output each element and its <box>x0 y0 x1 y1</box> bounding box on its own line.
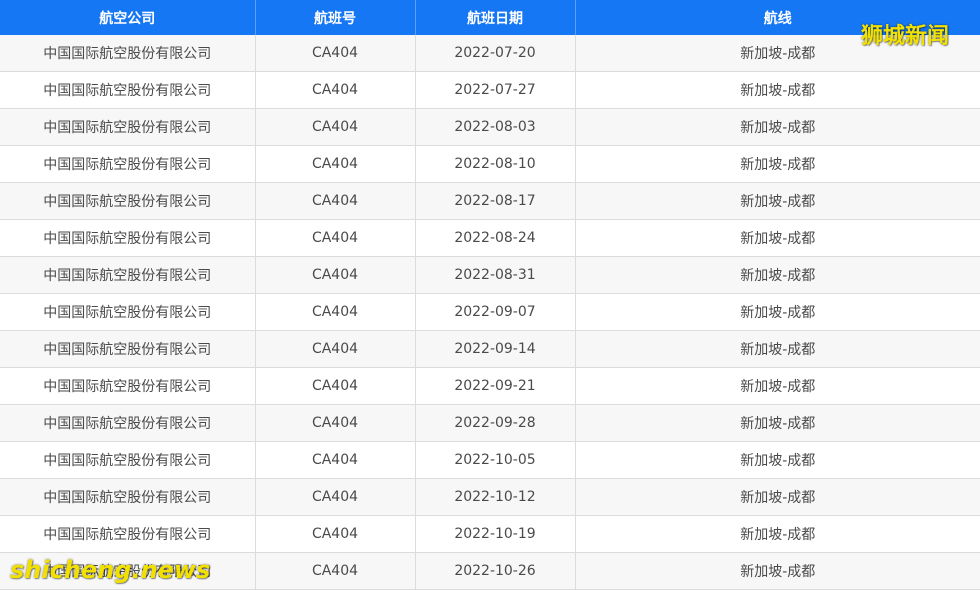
cell-airline: 中国国际航空股份有限公司 <box>0 478 256 516</box>
table-row: 中国国际航空股份有限公司 CA404 2022-08-10 新加坡-成都 <box>0 145 980 183</box>
cell-route: 新加坡-成都 <box>575 404 980 442</box>
watermark-bottom-left: shicheng.news <box>10 556 211 584</box>
cell-flight-number: CA404 <box>255 552 416 590</box>
cell-route: 新加坡-成都 <box>575 256 980 294</box>
cell-route: 新加坡-成都 <box>575 552 980 590</box>
cell-route: 新加坡-成都 <box>575 145 980 183</box>
cell-airline: 中国国际航空股份有限公司 <box>0 219 256 257</box>
cell-airline: 中国国际航空股份有限公司 <box>0 35 256 72</box>
cell-flight-number: CA404 <box>255 515 416 553</box>
cell-route: 新加坡-成都 <box>575 182 980 220</box>
cell-airline: 中国国际航空股份有限公司 <box>0 182 256 220</box>
cell-route: 新加坡-成都 <box>575 108 980 146</box>
cell-flight-date: 2022-08-24 <box>415 219 576 257</box>
cell-flight-number: CA404 <box>255 108 416 146</box>
watermark-top-right: 狮城新闻 <box>861 24 950 49</box>
flight-schedule-table: 航空公司 航班号 航班日期 航线 中国国际航空股份有限公司 CA404 2022-0… <box>0 0 980 590</box>
cell-flight-date: 2022-10-19 <box>415 515 576 553</box>
cell-airline: 中国国际航空股份有限公司 <box>0 256 256 294</box>
cell-route: 新加坡-成都 <box>575 293 980 331</box>
cell-flight-number: CA404 <box>255 441 416 479</box>
header-flight-date: 航班日期 <box>415 0 576 35</box>
cell-flight-date: 2022-08-31 <box>415 256 576 294</box>
cell-route: 新加坡-成都 <box>575 330 980 368</box>
table-row: 中国国际航空股份有限公司 CA404 2022-08-17 新加坡-成都 <box>0 182 980 220</box>
cell-flight-date: 2022-08-03 <box>415 108 576 146</box>
cell-route: 新加坡-成都 <box>575 478 980 516</box>
cell-flight-number: CA404 <box>255 256 416 294</box>
cell-airline: 中国国际航空股份有限公司 <box>0 515 256 553</box>
cell-flight-date: 2022-10-26 <box>415 552 576 590</box>
table-row: 中国国际航空股份有限公司 CA404 2022-08-03 新加坡-成都 <box>0 108 980 146</box>
table-row: 中国国际航空股份有限公司 CA404 2022-10-12 新加坡-成都 <box>0 478 980 516</box>
cell-flight-number: CA404 <box>255 71 416 109</box>
table-row: 中国国际航空股份有限公司 CA404 2022-07-27 新加坡-成都 <box>0 71 980 109</box>
header-airline: 航空公司 <box>0 0 256 35</box>
cell-route: 新加坡-成都 <box>575 367 980 405</box>
cell-airline: 中国国际航空股份有限公司 <box>0 330 256 368</box>
cell-flight-number: CA404 <box>255 293 416 331</box>
cell-route: 新加坡-成都 <box>575 441 980 479</box>
cell-route: 新加坡-成都 <box>575 515 980 553</box>
table-header: 航空公司 航班号 航班日期 航线 <box>0 0 980 35</box>
cell-flight-number: CA404 <box>255 367 416 405</box>
cell-route: 新加坡-成都 <box>575 71 980 109</box>
cell-flight-date: 2022-10-05 <box>415 441 576 479</box>
table-row: 中国国际航空股份有限公司 CA404 2022-08-31 新加坡-成都 <box>0 256 980 294</box>
cell-flight-number: CA404 <box>255 145 416 183</box>
table-row: 中国国际航空股份有限公司 CA404 2022-07-20 新加坡-成都 <box>0 35 980 72</box>
cell-flight-date: 2022-07-27 <box>415 71 576 109</box>
cell-route: 新加坡-成都 <box>575 219 980 257</box>
cell-flight-number: CA404 <box>255 404 416 442</box>
table-row: 中国国际航空股份有限公司 CA404 2022-09-28 新加坡-成都 <box>0 404 980 442</box>
cell-airline: 中国国际航空股份有限公司 <box>0 108 256 146</box>
cell-flight-number: CA404 <box>255 182 416 220</box>
table-row: 中国国际航空股份有限公司 CA404 2022-10-19 新加坡-成都 <box>0 515 980 553</box>
table-row: 中国国际航空股份有限公司 CA404 2022-09-21 新加坡-成都 <box>0 367 980 405</box>
cell-airline: 中国国际航空股份有限公司 <box>0 441 256 479</box>
cell-flight-date: 2022-08-17 <box>415 182 576 220</box>
cell-airline: 中国国际航空股份有限公司 <box>0 145 256 183</box>
header-flight-number: 航班号 <box>255 0 416 35</box>
cell-flight-number: CA404 <box>255 478 416 516</box>
cell-airline: 中国国际航空股份有限公司 <box>0 293 256 331</box>
table-row: 中国国际航空股份有限公司 CA404 2022-10-05 新加坡-成都 <box>0 441 980 479</box>
cell-flight-date: 2022-09-28 <box>415 404 576 442</box>
cell-flight-date: 2022-08-10 <box>415 145 576 183</box>
table-body: 中国国际航空股份有限公司 CA404 2022-07-20 新加坡-成都 中国国际航空股… <box>0 35 980 590</box>
cell-flight-date: 2022-09-21 <box>415 367 576 405</box>
cell-flight-date: 2022-09-14 <box>415 330 576 368</box>
table-row: 中国国际航空股份有限公司 CA404 2022-09-14 新加坡-成都 <box>0 330 980 368</box>
cell-flight-date: 2022-07-20 <box>415 35 576 72</box>
header-row: 航空公司 航班号 航班日期 航线 <box>0 0 980 35</box>
table-row: 中国国际航空股份有限公司 CA404 2022-09-07 新加坡-成都 <box>0 293 980 331</box>
cell-flight-number: CA404 <box>255 35 416 72</box>
cell-airline: 中国国际航空股份有限公司 <box>0 367 256 405</box>
cell-airline: 中国国际航空股份有限公司 <box>0 404 256 442</box>
cell-airline: 中国国际航空股份有限公司 <box>0 71 256 109</box>
cell-flight-date: 2022-10-12 <box>415 478 576 516</box>
cell-flight-number: CA404 <box>255 219 416 257</box>
table-row: 中国国际航空股份有限公司 CA404 2022-08-24 新加坡-成都 <box>0 219 980 257</box>
cell-flight-date: 2022-09-07 <box>415 293 576 331</box>
cell-flight-number: CA404 <box>255 330 416 368</box>
